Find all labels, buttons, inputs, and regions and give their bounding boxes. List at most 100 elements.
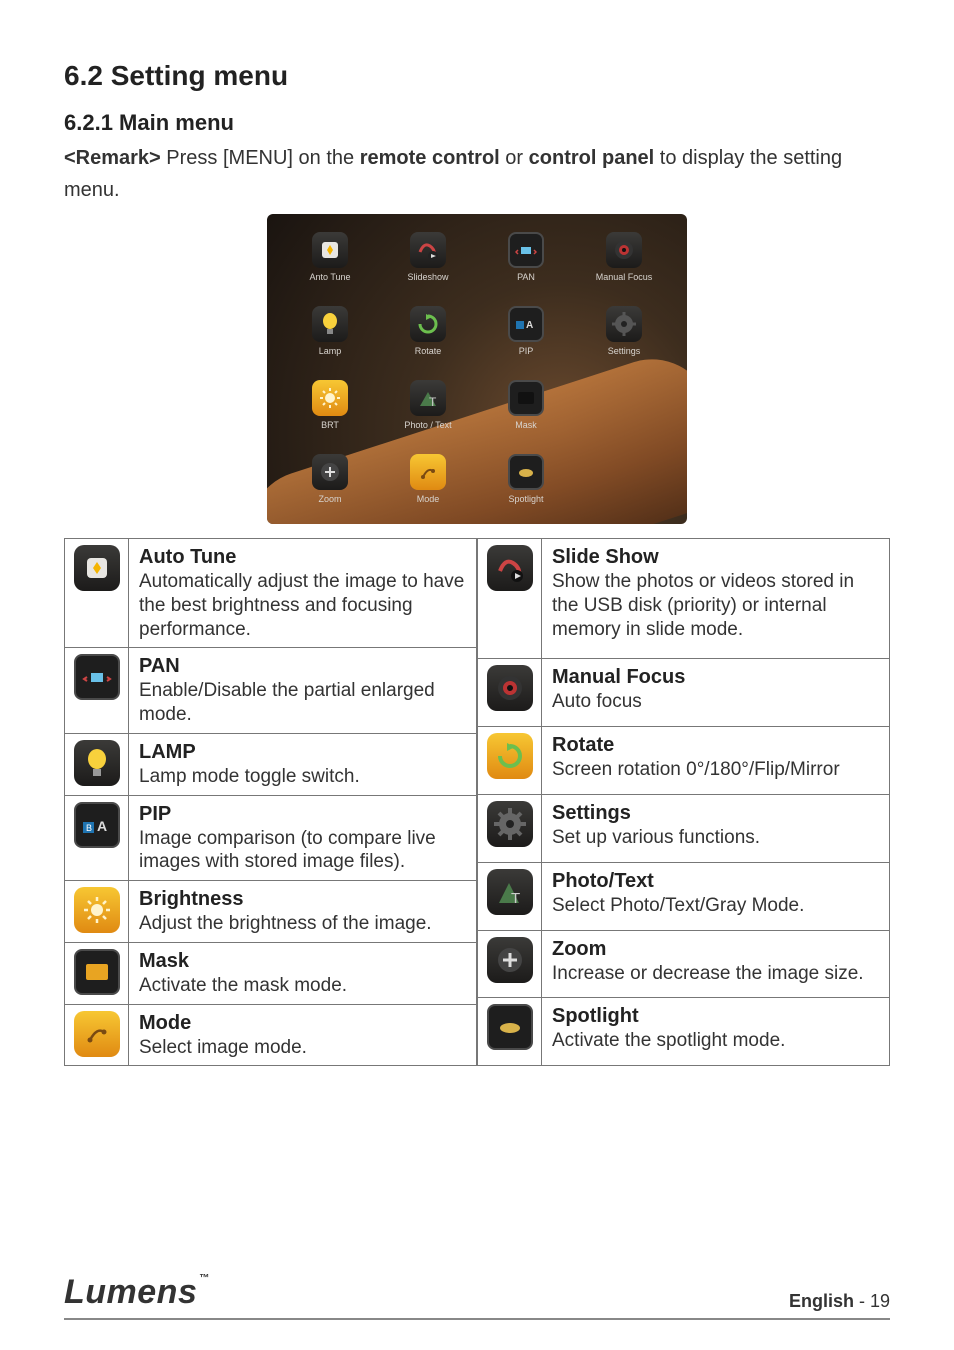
zoom-icon (487, 937, 533, 983)
menu-item-pan: PAN (481, 232, 571, 300)
settings-icon (606, 306, 642, 342)
left-table: Auto TuneAutomatically adjust the image … (64, 538, 477, 1066)
auto-tune-icon (312, 232, 348, 268)
section-heading: 6.2 Setting menu (64, 60, 890, 92)
mask-icon (508, 380, 544, 416)
pan-icon (508, 232, 544, 268)
icon-cell (65, 648, 129, 734)
row-title: Rotate (552, 733, 879, 758)
icon-cell (65, 1004, 129, 1066)
mode-icon (74, 1011, 120, 1057)
page-dash: - (854, 1291, 870, 1311)
table-row: Auto TuneAutomatically adjust the image … (65, 539, 477, 648)
menu-screenshot: Anto Tune Slideshow PAN Manual Focus Lam… (267, 214, 687, 524)
spotlight-icon (487, 1004, 533, 1050)
menu-label: Slideshow (407, 272, 448, 282)
brightness-icon (312, 380, 348, 416)
menu-item-brt: BRT (285, 380, 375, 448)
rotate-icon (487, 733, 533, 779)
text-cell: LAMPLamp mode toggle switch. (129, 733, 477, 795)
row-desc: Adjust the brightness of the image. (139, 912, 466, 936)
row-desc: Image comparison (to compare live images… (139, 827, 466, 875)
icon-cell (478, 726, 542, 794)
table-row: T Photo/TextSelect Photo/Text/Gray Mode. (478, 862, 890, 930)
row-title: Settings (552, 801, 879, 826)
intro-t2: or (500, 147, 529, 169)
row-desc: Increase or decrease the image size. (552, 962, 879, 986)
language-label: English (789, 1291, 854, 1311)
menu-grid: Anto Tune Slideshow PAN Manual Focus Lam… (285, 232, 669, 506)
intro-paragraph: <Remark> Press [MENU] on the remote cont… (64, 142, 890, 206)
row-desc: Auto focus (552, 690, 879, 714)
row-desc: Activate the spotlight mode. (552, 1029, 879, 1053)
icon-cell (65, 881, 129, 943)
row-desc: Automatically adjust the image to have t… (139, 570, 466, 641)
menu-label: Zoom (318, 494, 341, 504)
icon-cell (65, 539, 129, 648)
auto-tune-icon (74, 545, 120, 591)
text-cell: MaskActivate the mask mode. (129, 942, 477, 1004)
text-cell: Slide ShowShow the photos or videos stor… (542, 539, 890, 659)
menu-item-spotlight: Spotlight (481, 454, 571, 522)
text-cell: RotateScreen rotation 0°/180°/Flip/Mirro… (542, 726, 890, 794)
manual-focus-icon (606, 232, 642, 268)
rotate-icon (410, 306, 446, 342)
menu-item-lamp: Lamp (285, 306, 375, 374)
menu-label: BRT (321, 420, 339, 430)
lamp-icon (312, 306, 348, 342)
table-row: SpotlightActivate the spotlight mode. (478, 998, 890, 1066)
page-num: 19 (870, 1291, 890, 1311)
manual-focus-icon (487, 665, 533, 711)
table-row: SettingsSet up various functions. (478, 794, 890, 862)
table-row: BA PIPImage comparison (to compare live … (65, 795, 477, 881)
page-footer: Lumens™ English - 19 (64, 1247, 890, 1320)
icon-cell (65, 942, 129, 1004)
page: 6.2 Setting menu 6.2.1 Main menu <Remark… (0, 0, 954, 1350)
menu-item-zoom: Zoom (285, 454, 375, 522)
icon-cell (478, 930, 542, 998)
text-cell: ModeSelect image mode. (129, 1004, 477, 1066)
subsection-heading: 6.2.1 Main menu (64, 110, 890, 136)
svg-text:A: A (526, 320, 533, 331)
menu-item-settings: Settings (579, 306, 669, 374)
row-desc: Select Photo/Text/Gray Mode. (552, 894, 879, 918)
table-row: RotateScreen rotation 0°/180°/Flip/Mirro… (478, 726, 890, 794)
trademark-symbol: ™ (199, 1273, 210, 1284)
icon-cell (65, 733, 129, 795)
row-desc: Show the photos or videos stored in the … (552, 570, 879, 641)
row-desc: Select image mode. (139, 1036, 466, 1060)
menu-item-pip: A PIP (481, 306, 571, 374)
pip-icon: BA (74, 802, 120, 848)
row-title: Auto Tune (139, 545, 466, 570)
logo-text: Lumens (64, 1273, 197, 1311)
icon-cell (478, 794, 542, 862)
menu-item-photo-text: T Photo / Text (383, 380, 473, 448)
row-desc: Enable/Disable the partial enlarged mode… (139, 679, 466, 727)
icon-cell (478, 998, 542, 1066)
text-cell: SettingsSet up various functions. (542, 794, 890, 862)
icon-cell (478, 659, 542, 727)
row-title: LAMP (139, 740, 466, 765)
table-row: Slide ShowShow the photos or videos stor… (478, 539, 890, 659)
right-table: Slide ShowShow the photos or videos stor… (477, 538, 890, 1066)
photo-text-icon: T (410, 380, 446, 416)
menu-label: Lamp (319, 346, 342, 356)
row-desc: Lamp mode toggle switch. (139, 765, 466, 789)
intro-b1: remote control (360, 147, 500, 169)
text-cell: SpotlightActivate the spotlight mode. (542, 998, 890, 1066)
text-cell: Auto TuneAutomatically adjust the image … (129, 539, 477, 648)
menu-empty (579, 454, 669, 522)
row-title: Mode (139, 1011, 466, 1036)
mode-icon (410, 454, 446, 490)
spotlight-icon (508, 454, 544, 490)
remark-label: <Remark> (64, 147, 161, 169)
row-title: Mask (139, 949, 466, 974)
menu-label: Mask (515, 420, 537, 430)
row-title: PIP (139, 802, 466, 827)
zoom-icon (312, 454, 348, 490)
svg-text:A: A (97, 818, 107, 834)
intro-t1: Press [MENU] on the (161, 147, 360, 169)
menu-label: Manual Focus (596, 272, 653, 282)
menu-label: PAN (517, 272, 535, 282)
table-row: LAMPLamp mode toggle switch. (65, 733, 477, 795)
